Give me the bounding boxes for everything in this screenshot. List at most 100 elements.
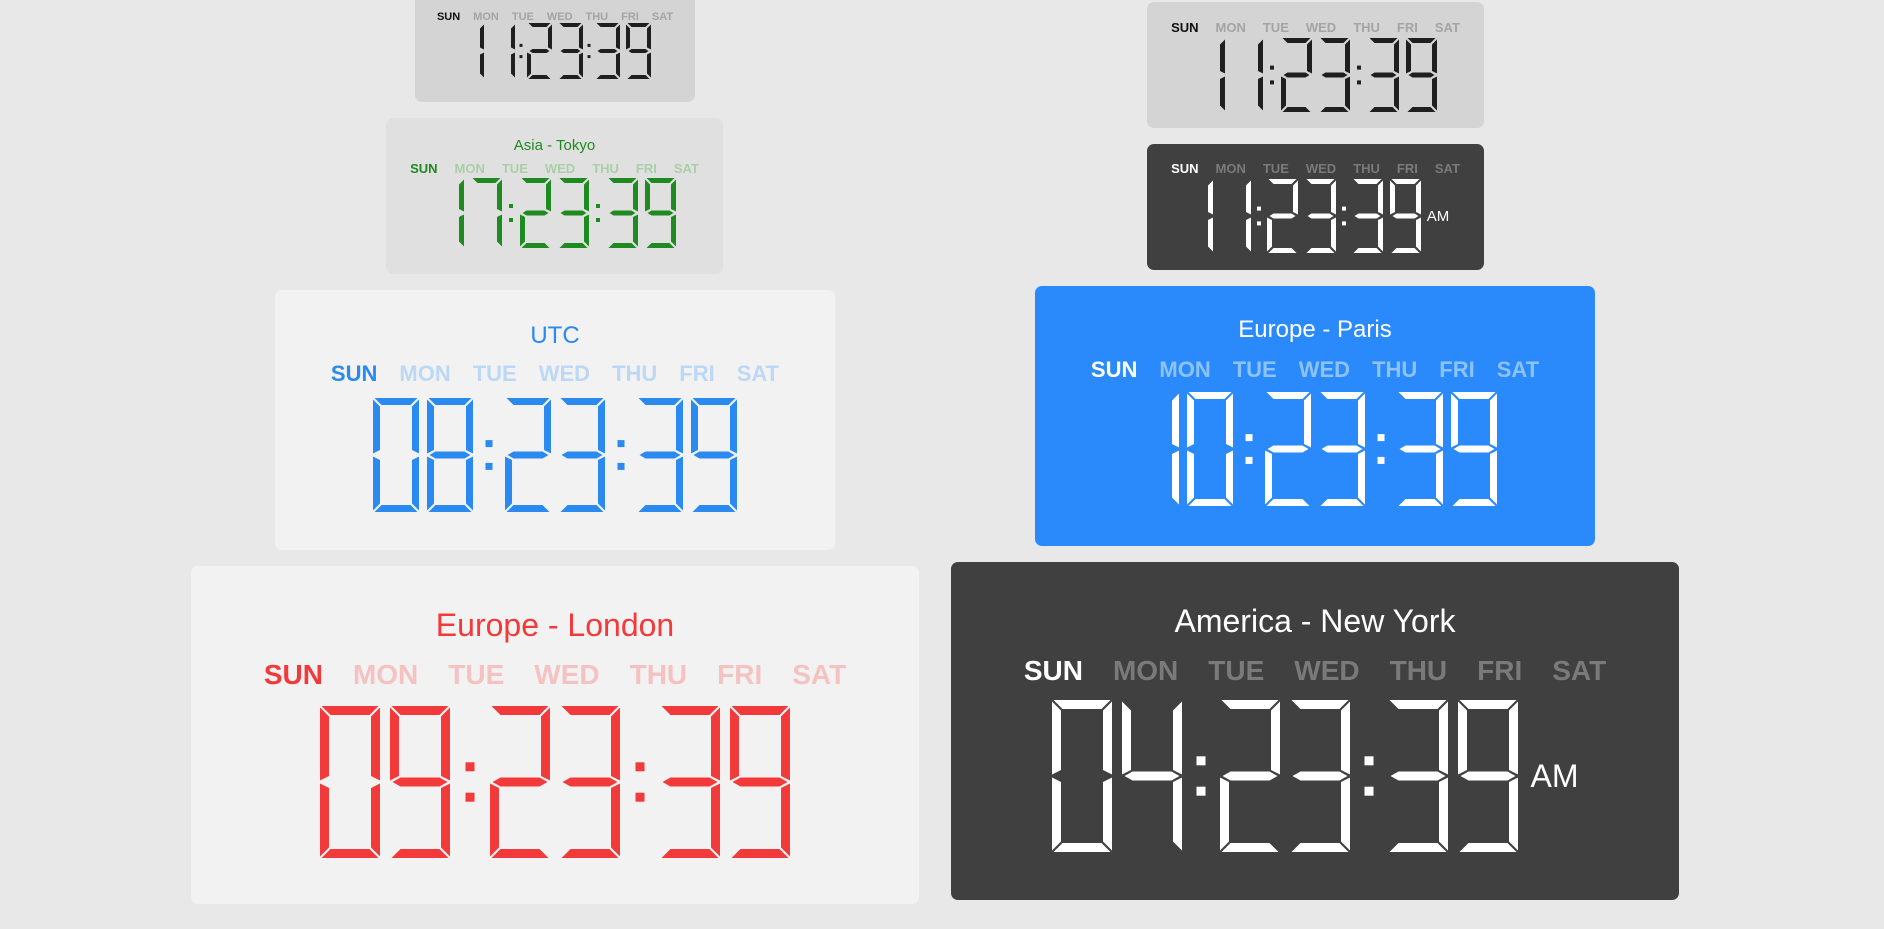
segment-a <box>596 23 619 27</box>
segment-e <box>1219 777 1229 851</box>
segment-a <box>661 706 719 715</box>
seconds-digit-2 <box>626 23 651 79</box>
weekday-fri: FRI <box>1477 655 1523 686</box>
colon-dot-bottom <box>519 55 523 59</box>
colon-dot-bottom <box>1357 80 1361 85</box>
segment-b <box>1438 701 1448 775</box>
segment-d <box>559 243 588 248</box>
seconds-digit-2 <box>1451 392 1497 506</box>
colon-dot-top <box>519 43 523 47</box>
weekday-thu: THU <box>1353 20 1380 35</box>
segment-d <box>1282 107 1311 112</box>
minutes-digit-1 <box>527 23 552 79</box>
segment-b <box>1436 393 1443 448</box>
segment-g <box>1283 72 1310 78</box>
segment-b <box>546 179 551 212</box>
segment-g <box>1269 213 1296 219</box>
segment-d <box>528 75 551 79</box>
seconds-digits <box>607 178 676 248</box>
segment-c <box>616 52 620 78</box>
seconds-digit-1 <box>596 23 620 79</box>
segment-g <box>492 777 548 787</box>
segment-b <box>541 707 550 781</box>
time-display <box>1147 38 1484 112</box>
segment-b <box>730 399 737 454</box>
colon-separator <box>509 204 513 222</box>
segment-c <box>633 214 638 247</box>
segment-c <box>371 783 380 857</box>
segment-b <box>781 707 790 781</box>
colon-dot-top <box>596 204 600 208</box>
clock-top-right-small: SUN MON TUE WED THU FRI SAT <box>1147 2 1484 128</box>
segment-c <box>1436 450 1443 505</box>
segment-c <box>480 52 484 78</box>
hours-digits <box>433 178 502 248</box>
colon-dot-bottom <box>465 792 475 802</box>
hours-digit-2 <box>390 706 450 858</box>
segment-g <box>1267 445 1309 453</box>
segment-g <box>1307 213 1334 219</box>
weekday-wed: WED <box>1305 161 1337 176</box>
segment-g <box>1392 213 1419 219</box>
segment-e <box>1281 76 1286 111</box>
weekday-wed: WED <box>1305 20 1337 35</box>
time-display <box>191 706 919 858</box>
hours-digit-2 <box>1245 180 1251 252</box>
segment-g <box>597 49 618 53</box>
segment-a <box>491 706 549 715</box>
segment-b <box>676 399 683 454</box>
segment-b <box>1304 393 1311 448</box>
segment-a <box>472 178 501 183</box>
colon-separator <box>1341 206 1346 226</box>
segment-d <box>559 75 582 79</box>
segment-d <box>561 849 619 858</box>
segment-c <box>1220 76 1225 111</box>
segment-f <box>1451 393 1458 448</box>
minutes-digits <box>527 23 583 79</box>
colon-separator <box>617 440 625 470</box>
segment-a <box>1407 38 1436 43</box>
segment-c <box>671 214 676 247</box>
segment-c <box>412 456 419 511</box>
weekday-sat: SAT <box>673 161 699 176</box>
seconds-digit-2 <box>691 398 737 512</box>
segment-f <box>645 179 650 212</box>
segment-g <box>647 210 674 216</box>
segment-b <box>412 399 419 454</box>
segment-a <box>1306 179 1335 184</box>
minutes-digit-1 <box>520 178 551 248</box>
colon-separator <box>1357 65 1361 85</box>
segment-e <box>1265 450 1272 505</box>
segment-d <box>1221 843 1278 852</box>
seconds-digit-2 <box>1406 38 1437 112</box>
segment-d <box>661 849 719 858</box>
colon-dot-top <box>1256 206 1261 211</box>
colon-separator <box>485 440 493 470</box>
segment-d <box>1320 499 1364 506</box>
segment-c <box>598 456 605 511</box>
segment-b <box>1292 180 1298 215</box>
segment-c <box>1394 76 1399 111</box>
segment-a <box>1353 179 1382 184</box>
colon-dot-bottom <box>635 792 645 802</box>
segment-a <box>1398 392 1442 399</box>
segment-f <box>1457 701 1467 775</box>
minutes-digits <box>490 706 620 858</box>
hours-digits <box>1194 38 1263 112</box>
segment-e <box>1266 217 1272 252</box>
minutes-digit-2 <box>559 23 583 79</box>
segment-g <box>1124 771 1179 781</box>
segment-g <box>1390 771 1445 781</box>
segment-g <box>507 451 549 459</box>
segment-c <box>1508 777 1518 851</box>
time-display <box>275 398 835 512</box>
hours-digit-2 <box>511 24 515 78</box>
segment-g <box>1453 445 1495 453</box>
segment-a <box>1320 38 1349 43</box>
colon-dot-top <box>635 762 645 772</box>
time-display: AM <box>1147 179 1484 253</box>
segment-f <box>390 707 399 781</box>
colon-separator <box>519 43 523 59</box>
segment-g <box>529 49 550 53</box>
clock-europe-paris: Europe - Paris SUN MON TUE WED THU FRI SAT <box>1035 286 1595 546</box>
